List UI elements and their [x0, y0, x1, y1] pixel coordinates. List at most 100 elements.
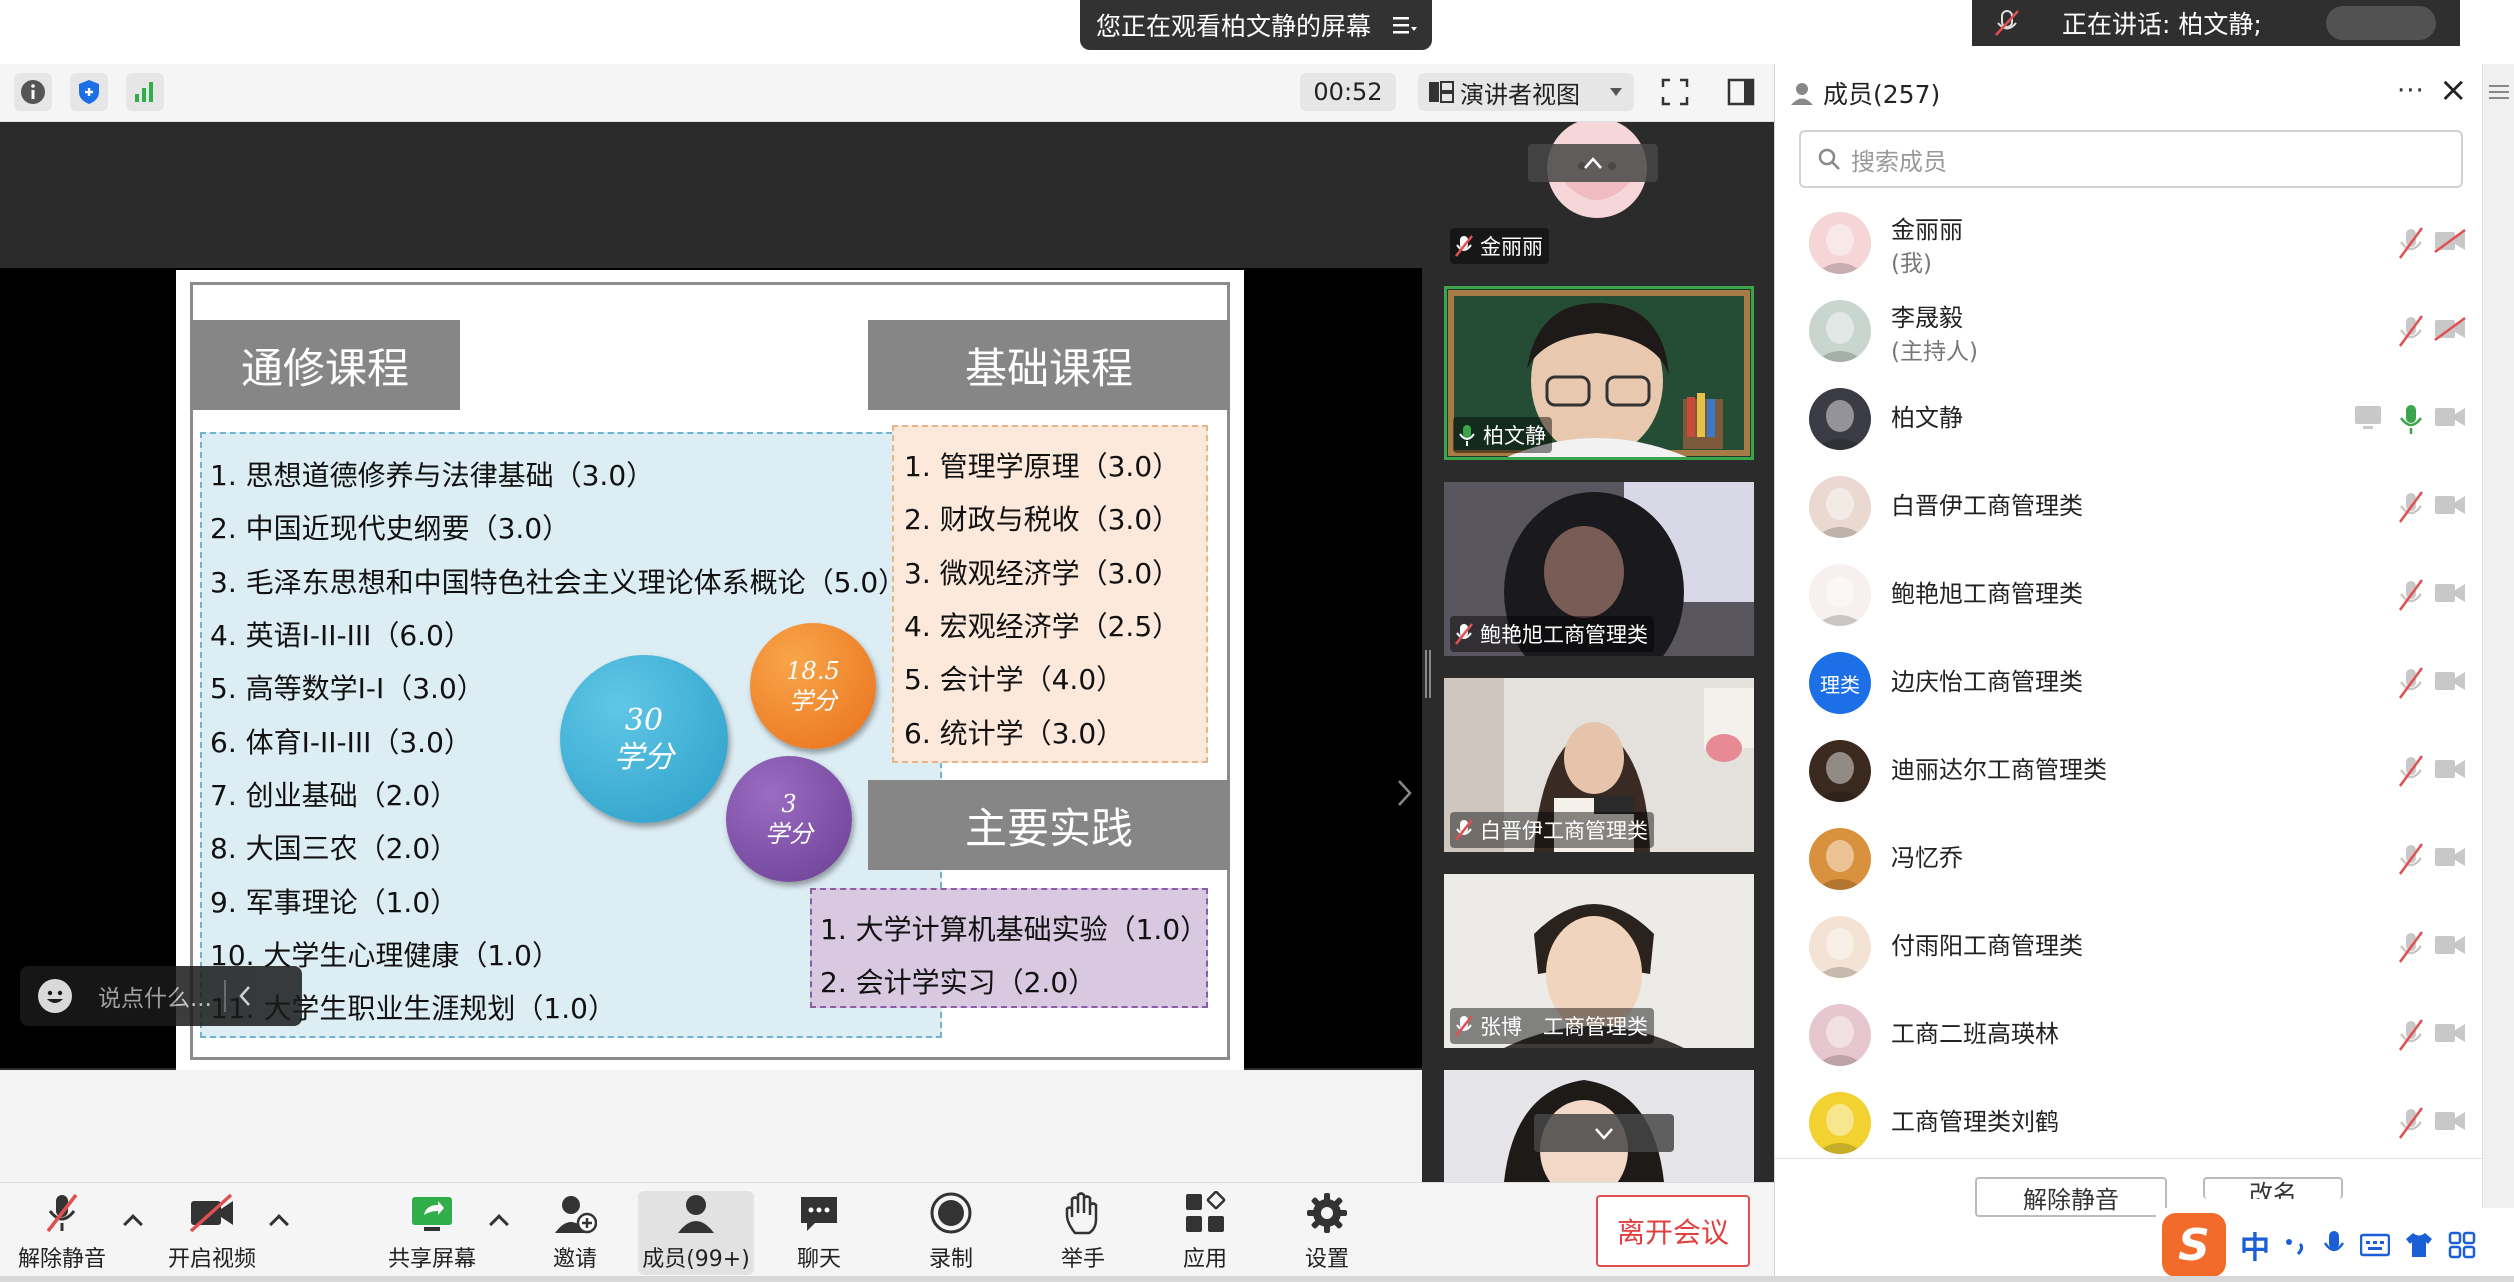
- mic-muted-icon[interactable]: [2397, 754, 2425, 788]
- mic-muted-icon[interactable]: [2397, 578, 2425, 612]
- scroll-up-button[interactable]: [1528, 144, 1658, 182]
- members-label: 成员(99+): [642, 1247, 750, 1272]
- basic-course-item: 4. 宏观经济学（2.5）: [904, 610, 1181, 643]
- skin-icon[interactable]: [2404, 1231, 2434, 1259]
- voice-input-icon[interactable]: [2322, 1229, 2346, 1261]
- view-mode-dropdown[interactable]: 演讲者视图: [1418, 73, 1634, 111]
- record-button[interactable]: 录制: [906, 1191, 996, 1275]
- mic-muted-icon[interactable]: [2397, 314, 2425, 348]
- close-icon[interactable]: ×: [2439, 70, 2468, 110]
- toolbox-grid-icon[interactable]: [2448, 1231, 2476, 1259]
- member-row[interactable]: 冯忆乔: [1775, 816, 2483, 904]
- tile-name: 张博 工商管理类: [1480, 1015, 1648, 1039]
- member-row[interactable]: 迪丽达尔工商管理类: [1775, 728, 2483, 816]
- apps-button[interactable]: 应用: [1160, 1191, 1250, 1275]
- keyboard-icon[interactable]: [2360, 1233, 2390, 1257]
- chevron-up-icon[interactable]: [123, 1214, 143, 1234]
- member-row[interactable]: 鲍艳旭工商管理类: [1775, 552, 2483, 640]
- mic-muted-icon[interactable]: [2397, 666, 2425, 700]
- info-icon[interactable]: [14, 73, 52, 111]
- camera-off-icon[interactable]: [2433, 228, 2467, 254]
- settings-button[interactable]: 设置: [1282, 1191, 1372, 1275]
- mic-muted-icon[interactable]: [2397, 1018, 2425, 1052]
- member-search-input[interactable]: 搜索成员: [1799, 130, 2463, 188]
- chat-placeholder[interactable]: 说点什么...: [98, 979, 212, 1013]
- camera-icon[interactable]: [2433, 844, 2467, 870]
- avatar: [1809, 564, 1871, 626]
- member-row[interactable]: 金丽丽 (我): [1775, 200, 2483, 288]
- video-tile[interactable]: 张博 工商管理类: [1444, 874, 1754, 1048]
- more-options-icon[interactable]: ···: [2397, 76, 2425, 106]
- members-button[interactable]: 成员(99+): [638, 1191, 754, 1275]
- mic-muted-icon[interactable]: [2397, 1106, 2425, 1140]
- members-panel: 成员(257) ··· × 搜索成员 金丽丽 (我) 李晟毅 (主持人) 柏文静 白晋伊工…: [1774, 64, 2483, 1282]
- chevron-up-icon[interactable]: [269, 1214, 289, 1234]
- mic-muted-icon[interactable]: [2397, 226, 2425, 260]
- member-row[interactable]: 李晟毅 (主持人): [1775, 288, 2483, 376]
- camera-icon[interactable]: [2433, 1020, 2467, 1046]
- unmute-button[interactable]: 解除静音: [14, 1191, 110, 1275]
- camera-icon[interactable]: [2433, 756, 2467, 782]
- camera-icon[interactable]: [2433, 492, 2467, 518]
- rename-button[interactable]: 改名: [2203, 1177, 2343, 1199]
- video-tile[interactable]: 鲍艳旭工商管理类: [1444, 482, 1754, 656]
- mic-muted-icon[interactable]: [2397, 842, 2425, 876]
- share-screen-button[interactable]: 共享屏幕: [384, 1191, 480, 1275]
- screen-share-icon: [2353, 404, 2383, 430]
- panel-resize-handle[interactable]: [1424, 650, 1432, 698]
- camera-icon[interactable]: [2433, 580, 2467, 606]
- video-tile-active-speaker[interactable]: 柏文静: [1444, 286, 1754, 460]
- share-screen-label: 共享屏幕: [387, 1247, 476, 1272]
- camera-icon[interactable]: [2433, 668, 2467, 694]
- start-video-button[interactable]: 开启视频: [164, 1191, 260, 1275]
- credits-badge-basic: 18.5 学分: [750, 623, 876, 749]
- mute-all-button[interactable]: 解除静音: [1975, 1177, 2167, 1217]
- member-name: 工商二班高瑛林: [1891, 1020, 2059, 1048]
- security-shield-icon[interactable]: [70, 73, 108, 111]
- member-row[interactable]: 工商管理类刘鹤: [1775, 1080, 2483, 1168]
- screen-share-banner[interactable]: 您正在观看柏文静的屏幕: [1080, 0, 1432, 50]
- practice-item: 2. 会计学实习（2.0）: [820, 966, 1097, 999]
- member-row[interactable]: 理类 边庆怡工商管理类: [1775, 640, 2483, 728]
- mic-muted-icon[interactable]: [2397, 490, 2425, 524]
- meeting-window: 您正在观看柏文静的屏幕 正在讲话: 柏文静; 00:52 演讲者视图 通修课程 …: [0, 0, 2514, 1282]
- ime-language-toggle[interactable]: 中: [2240, 1223, 2270, 1267]
- mic-muted-icon[interactable]: [2397, 930, 2425, 964]
- leave-meeting-button[interactable]: 离开会议: [1596, 1195, 1750, 1267]
- mic-active-icon[interactable]: [2397, 402, 2425, 436]
- basic-course-item: 1. 管理学原理（3.0）: [904, 450, 1181, 483]
- signal-strength-icon[interactable]: [126, 73, 164, 111]
- chevron-up-icon[interactable]: [489, 1214, 509, 1234]
- fullscreen-icon[interactable]: [1656, 73, 1694, 111]
- camera-icon[interactable]: [2433, 1108, 2467, 1134]
- sogou-logo-icon[interactable]: S: [2162, 1213, 2226, 1277]
- banner-menu-icon[interactable]: [1388, 8, 1422, 42]
- member-row[interactable]: 工商二班高瑛林: [1775, 992, 2483, 1080]
- avatar: [1809, 476, 1871, 538]
- punctuation-icon[interactable]: [2284, 1230, 2308, 1260]
- camera-icon[interactable]: [2433, 932, 2467, 958]
- chevron-left-icon[interactable]: [238, 984, 252, 1008]
- gear-icon: [1305, 1191, 1349, 1235]
- scroll-down-button[interactable]: [1534, 1114, 1674, 1152]
- emoji-icon[interactable]: [38, 979, 72, 1013]
- video-tile[interactable]: 白晋伊工商管理类: [1444, 678, 1754, 852]
- camera-icon[interactable]: [2433, 404, 2467, 430]
- camera-off-icon[interactable]: [2433, 316, 2467, 342]
- chevron-right-icon[interactable]: [1396, 778, 1414, 808]
- chat-button[interactable]: 聊天: [774, 1191, 864, 1275]
- sidebar-toggle-icon[interactable]: [1722, 73, 1760, 111]
- hand-icon: [1061, 1191, 1105, 1235]
- video-tile[interactable]: 金丽丽: [1444, 122, 1754, 268]
- member-row[interactable]: 白晋伊工商管理类: [1775, 464, 2483, 552]
- member-row[interactable]: 柏文静: [1775, 376, 2483, 464]
- raise-hand-button[interactable]: 举手: [1038, 1191, 1128, 1275]
- quick-chat-bar[interactable]: 说点什么...: [20, 966, 302, 1026]
- credits-badge-general: 30 学分: [560, 655, 728, 823]
- video-tile[interactable]: [1444, 1070, 1754, 1182]
- invite-button[interactable]: 邀请: [530, 1191, 620, 1275]
- avatar: [1809, 388, 1871, 450]
- general-course-item: 5. 高等数学I-I（3.0）: [210, 672, 485, 705]
- member-row[interactable]: 付雨阳工商管理类: [1775, 904, 2483, 992]
- general-course-item: 6. 体育I-II-III（3.0）: [210, 726, 472, 759]
